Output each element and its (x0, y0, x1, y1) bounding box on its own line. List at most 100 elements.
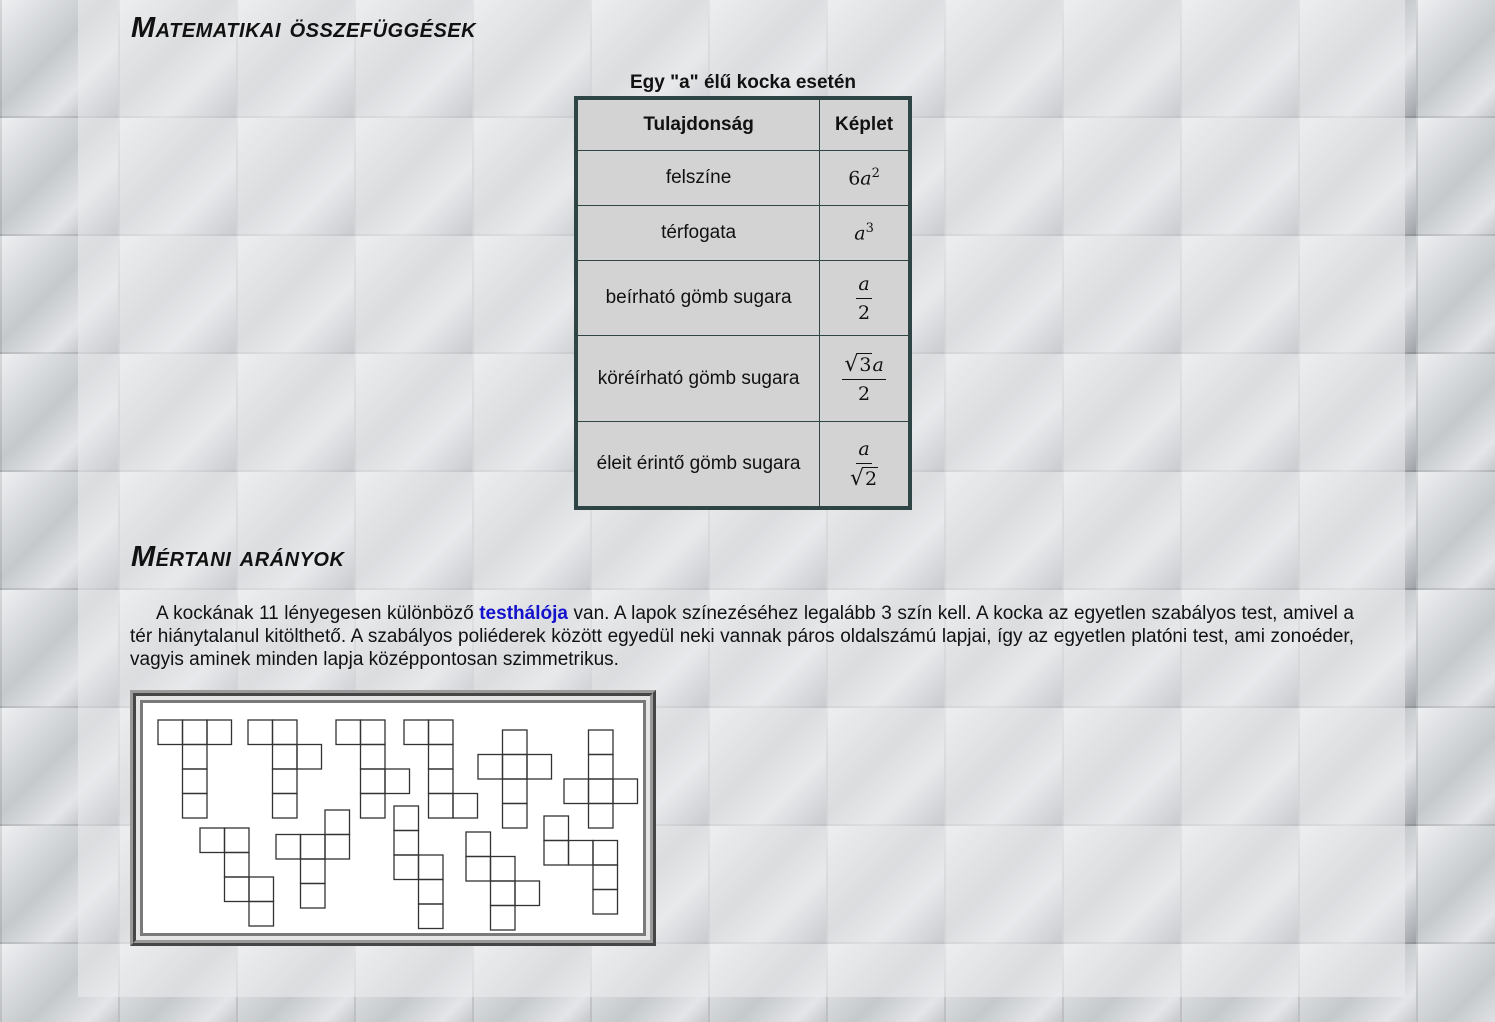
net-square (299, 858, 326, 885)
net-square (181, 743, 208, 770)
net-square (359, 768, 386, 795)
net-square (543, 815, 570, 842)
net-square (181, 719, 208, 746)
net-square (526, 753, 553, 780)
net-square (489, 904, 516, 931)
net-square (543, 839, 570, 866)
net-square (501, 802, 528, 829)
net-square (223, 827, 250, 854)
page-content: Matematikai összefüggések Egy "a" élű ko… (0, 0, 1495, 1022)
net-square (296, 743, 323, 770)
net-square (393, 805, 420, 832)
net-square (324, 809, 351, 836)
property-cell: éleit érintő gömb sugara (575, 421, 821, 508)
table-row: térfogata a3 (575, 205, 911, 261)
net-square (359, 743, 386, 770)
section-title-relations: Matematikai összefüggések (131, 12, 477, 44)
property-cell: beírható gömb sugara (575, 260, 821, 336)
formula-surface: 6a2 (819, 150, 911, 206)
net-square (465, 831, 492, 858)
net-square (247, 719, 274, 746)
net-square (592, 888, 619, 915)
cube-net (199, 827, 275, 927)
table-row: köréírható gömb sugara √ 3 a 2 (575, 335, 911, 422)
cube-net (543, 815, 619, 915)
net-square (514, 880, 541, 907)
property-cell: köréírható gömb sugara (575, 335, 821, 422)
net-square (181, 792, 208, 819)
net-square (393, 829, 420, 856)
net-square (384, 768, 411, 795)
net-square (248, 900, 275, 927)
net-square (587, 778, 614, 805)
table-row: felszíne 6a2 (575, 150, 911, 206)
net-square (299, 882, 326, 909)
net-square (563, 778, 590, 805)
net-square (157, 719, 184, 746)
net-square (271, 719, 298, 746)
proportions-paragraph: A kockának 11 lényegesen különböző testh… (130, 602, 1354, 671)
paragraph-text-start: A kockának 11 lényegesen különböző (156, 603, 480, 624)
net-square (359, 792, 386, 819)
section-title-proportions: Mértani arányok (131, 541, 345, 573)
net-square (452, 792, 479, 819)
net-square (501, 778, 528, 805)
cube-net (247, 719, 323, 819)
net-square (427, 743, 454, 770)
net-square (501, 753, 528, 780)
net-square (271, 768, 298, 795)
net-square (359, 719, 386, 746)
net-square (206, 719, 233, 746)
table-caption: Egy "a" élű kocka esetén (629, 72, 857, 93)
net-square (199, 827, 226, 854)
net-square (271, 792, 298, 819)
net-square (393, 854, 420, 881)
net-square (489, 880, 516, 907)
net-square (587, 729, 614, 756)
net-square (592, 839, 619, 866)
net-square (477, 753, 504, 780)
cube-net (477, 729, 553, 829)
formula-midsphere-radius: a √ 2 (819, 421, 911, 508)
table-header-row: Tulajdonság Képlet (575, 97, 911, 151)
table-row: beírható gömb sugara a2 (575, 260, 911, 336)
net-square (324, 833, 351, 860)
net-square (417, 903, 444, 930)
formula-inscribed-radius: a2 (819, 260, 911, 336)
cube-properties-table: Tulajdonság Képlet felszíne 6a2 térfogat… (574, 96, 912, 510)
property-cell: térfogata (575, 205, 821, 261)
net-square (417, 878, 444, 905)
net-square (587, 753, 614, 780)
cube-net (335, 719, 411, 819)
net-square (427, 768, 454, 795)
net-square (427, 719, 454, 746)
net-square (501, 729, 528, 756)
header-property: Tulajdonság (575, 97, 821, 151)
formula-circumscribed-radius: √ 3 a 2 (819, 335, 911, 422)
property-cell: felszíne (575, 150, 821, 206)
net-square (335, 719, 362, 746)
cube-net (275, 809, 351, 909)
cube-nets-image (157, 719, 639, 931)
cube-net (563, 729, 639, 829)
net-square (427, 792, 454, 819)
net-square (181, 768, 208, 795)
net-square (612, 778, 639, 805)
net-square (403, 719, 430, 746)
net-square (587, 802, 614, 829)
net-square (275, 833, 302, 860)
table-row: éleit érintő gömb sugara a √ 2 (575, 421, 911, 508)
cube-net (393, 805, 444, 930)
net-square (271, 743, 298, 770)
net-square (489, 855, 516, 882)
net-square (417, 854, 444, 881)
net-square (592, 864, 619, 891)
net-square (223, 876, 250, 903)
net-square (465, 855, 492, 882)
nets-link[interactable]: testhálója (479, 603, 568, 624)
header-formula: Képlet (819, 97, 911, 151)
net-square (567, 839, 594, 866)
cube-net (403, 719, 479, 819)
net-square (223, 851, 250, 878)
net-square (299, 833, 326, 860)
